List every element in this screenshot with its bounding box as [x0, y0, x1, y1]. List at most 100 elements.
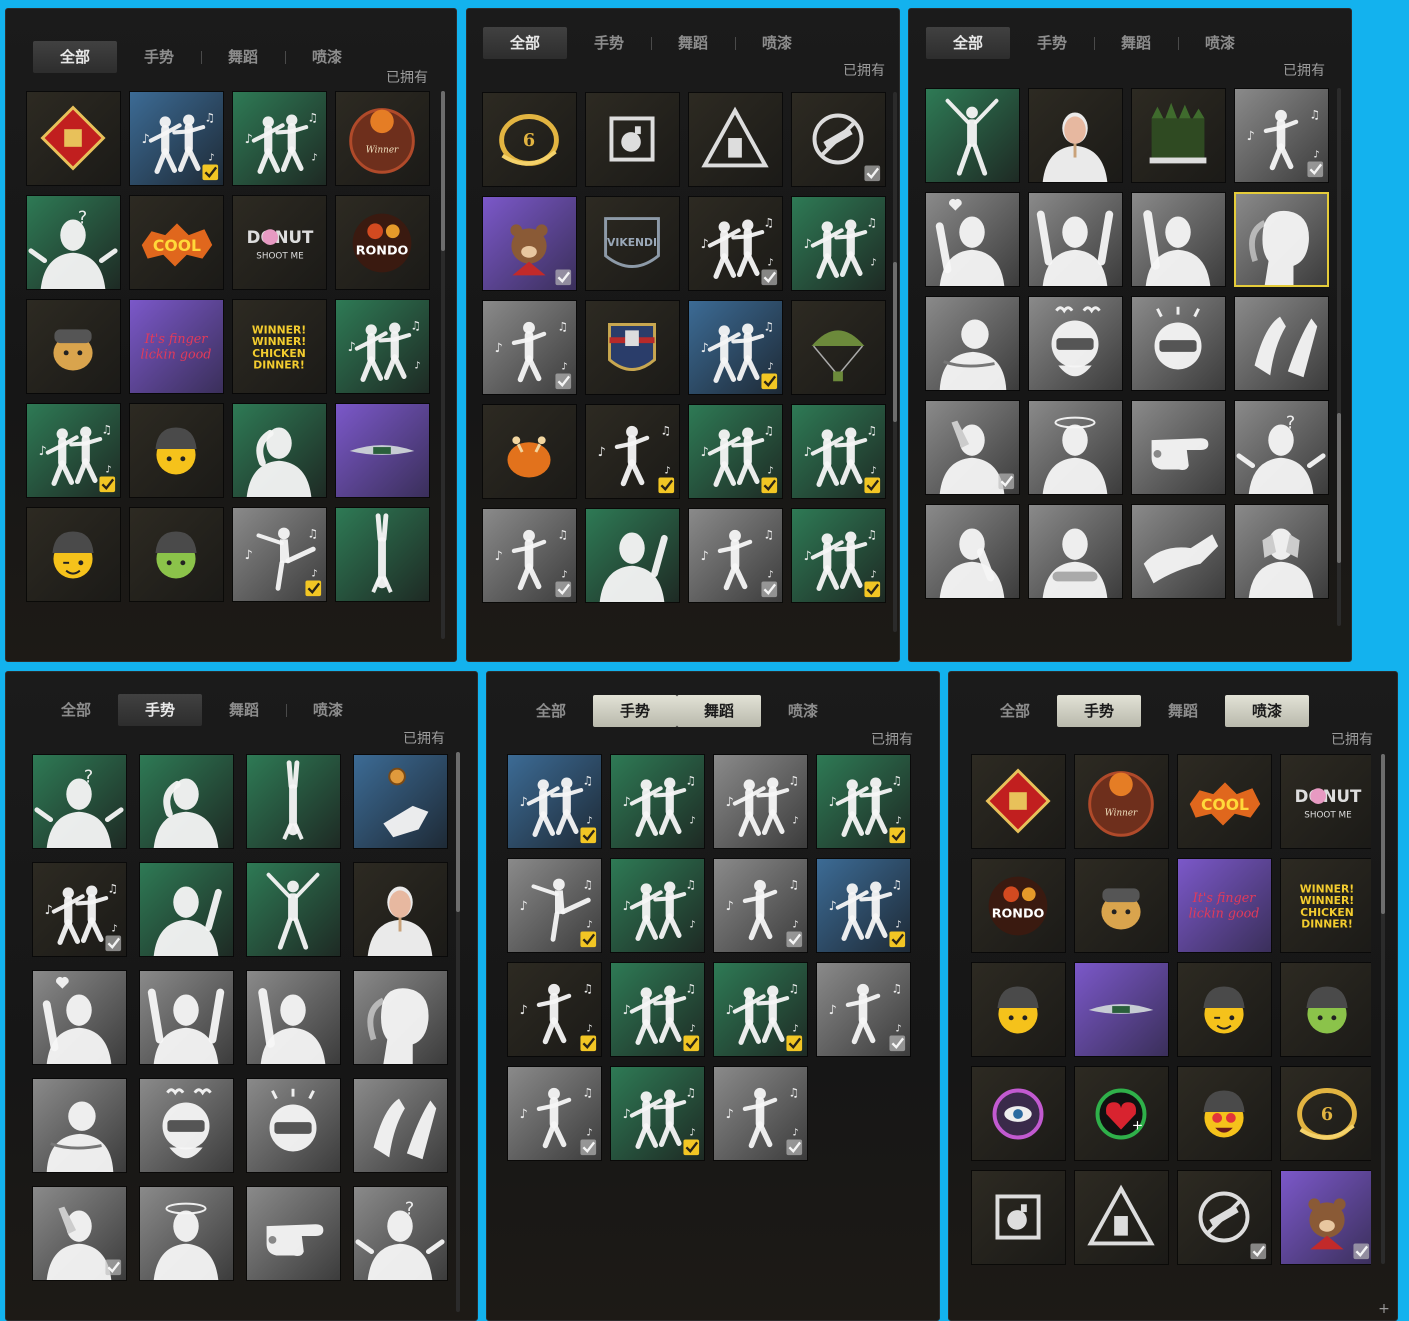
- emote-item-handstand[interactable]: [335, 507, 430, 602]
- emote-item-hands-up[interactable]: [139, 970, 234, 1065]
- emote-item-two-dancers[interactable]: ♪ ♫ ♪: [335, 299, 430, 394]
- owned-filter-label[interactable]: 已拥有: [1331, 729, 1373, 749]
- emote-item-point-finger[interactable]: [1131, 400, 1226, 495]
- tab-all[interactable]: 全部: [926, 27, 1010, 59]
- emote-item-vikendi-emblem[interactable]: VIKENDI: [585, 196, 680, 291]
- emote-item-parachute[interactable]: [791, 300, 886, 395]
- emote-item-two-dancers[interactable]: ♪ ♫ ♪: [791, 508, 886, 603]
- emote-item-coin-flip[interactable]: [353, 754, 448, 849]
- emote-item-mask-gesture[interactable]: [1028, 88, 1123, 183]
- emote-item-winner-text-spray[interactable]: WINNER! WINNER! CHICKEN DINNER!: [1280, 858, 1371, 953]
- emote-item-kick-dancer[interactable]: ♪ ♫ ♪: [232, 507, 327, 602]
- emote-item-two-dancers[interactable]: ♪ ♫ ♪: [816, 858, 911, 953]
- tab-spray[interactable]: 喷漆: [286, 694, 370, 726]
- emote-item-cool-spray[interactable]: COOL: [1177, 754, 1272, 849]
- emote-item-point-gesture[interactable]: [585, 508, 680, 603]
- emote-item-wave-gesture[interactable]: [246, 970, 341, 1065]
- emote-item-bear-spray[interactable]: [482, 196, 577, 291]
- emote-item-kick-dancer[interactable]: ♪ ♫ ♪: [507, 858, 602, 953]
- emote-item-helmet-emoji[interactable]: [971, 962, 1066, 1057]
- emote-item-two-dancers[interactable]: ♪ ♫ ♪: [610, 858, 705, 953]
- emote-item-eye-ring[interactable]: [971, 1066, 1066, 1161]
- emote-item-handstand[interactable]: [246, 754, 341, 849]
- emote-item-solo-dancer[interactable]: ♪ ♫ ♪: [688, 508, 783, 603]
- emote-item-shrug-gesture[interactable]: ?: [353, 1186, 448, 1281]
- emote-item-grenade[interactable]: [585, 92, 680, 187]
- emote-item-two-dancers[interactable]: ♪ ♫ ♪: [507, 754, 602, 849]
- emote-item-solo-dancer[interactable]: ♪ ♫ ♪: [1234, 88, 1329, 183]
- emote-item-clap-gesture[interactable]: [353, 1078, 448, 1173]
- emote-item-shrug-gesture[interactable]: ?: [26, 195, 121, 290]
- emote-item-chicken-dinner-badge[interactable]: Winner: [335, 91, 430, 186]
- emote-item-dizzy-gesture[interactable]: [139, 1186, 234, 1281]
- owned-filter-label[interactable]: 已拥有: [386, 67, 428, 87]
- emote-item-gold-emblem[interactable]: 6: [482, 92, 577, 187]
- emote-item-solo-dancer[interactable]: ♪ ♫ ♪: [585, 404, 680, 499]
- tab-gestures[interactable]: 手势: [1057, 695, 1141, 727]
- emote-item-donut-spray[interactable]: DONUT SHOOT ME: [232, 195, 327, 290]
- emote-item-angry-helmet[interactable]: [139, 1078, 234, 1173]
- emote-item-rondo-spray[interactable]: RONDO: [971, 858, 1066, 953]
- emote-item-wings-logo[interactable]: [335, 403, 430, 498]
- plus-icon[interactable]: +: [1377, 1302, 1391, 1316]
- scroll-thumb[interactable]: [893, 262, 897, 422]
- emote-item-two-dancers[interactable]: ♪ ♫ ♪: [688, 404, 783, 499]
- tab-spray[interactable]: 喷漆: [285, 41, 369, 73]
- emote-item-wings-logo[interactable]: [1074, 962, 1169, 1057]
- emote-item-bear-spray[interactable]: [1280, 1170, 1371, 1265]
- emote-item-two-dancers[interactable]: ♪ ♫ ♪: [26, 403, 121, 498]
- emote-item-winner-text-spray[interactable]: WINNER! WINNER! CHICKEN DINNER!: [232, 299, 327, 394]
- emote-item-nervous-helmet[interactable]: [246, 1078, 341, 1173]
- emote-item-two-dancers[interactable]: ♪ ♫ ♪: [688, 300, 783, 395]
- emote-item-neon-text-spray[interactable]: It's finger lickin good: [1177, 858, 1272, 953]
- emote-item-diamond-badge[interactable]: [26, 91, 121, 186]
- emote-item-doge-spray[interactable]: [26, 299, 121, 394]
- emote-item-no-gun[interactable]: [1177, 1170, 1272, 1265]
- emote-item-dizzy-gesture[interactable]: [1028, 400, 1123, 495]
- emote-item-bow-gesture[interactable]: [32, 1078, 127, 1173]
- emote-item-forest-spray[interactable]: [1131, 88, 1226, 183]
- tab-dance[interactable]: 舞蹈: [677, 695, 761, 727]
- emote-item-heart-eyes-emoji[interactable]: [1177, 1066, 1272, 1161]
- tab-gestures[interactable]: 手势: [593, 695, 677, 727]
- emote-item-two-dancers[interactable]: ♪ ♫ ♪: [232, 91, 327, 186]
- emote-item-heart-gesture[interactable]: [32, 970, 127, 1065]
- emote-item-two-dancers[interactable]: ♪ ♫ ♪: [610, 754, 705, 849]
- emote-item-two-dancers[interactable]: ♪ ♫ ♪: [610, 1066, 705, 1161]
- emote-item-two-dancers[interactable]: ♪ ♫ ♪: [688, 196, 783, 291]
- emote-item-neon-text-spray[interactable]: It's finger lickin good: [129, 299, 224, 394]
- emote-item-green-emoji[interactable]: [129, 507, 224, 602]
- tab-all[interactable]: 全部: [33, 41, 117, 73]
- emote-item-clap-gesture[interactable]: [1234, 296, 1329, 391]
- emote-item-point-gesture[interactable]: [139, 862, 234, 957]
- emote-item-two-dancers[interactable]: ♪ ♫ ♪: [713, 962, 808, 1057]
- emote-item-wink-emoji[interactable]: [1177, 962, 1272, 1057]
- emote-item-two-dancers[interactable]: ♪ ♫ ♪: [713, 754, 808, 849]
- emote-item-star-pose[interactable]: [246, 862, 341, 957]
- tab-dance[interactable]: 舞蹈: [651, 27, 736, 59]
- scrollbar[interactable]: [1381, 754, 1385, 1264]
- emote-item-shrug-gesture[interactable]: ?: [1234, 400, 1329, 495]
- emote-item-rondo-spray[interactable]: RONDO: [335, 195, 430, 290]
- emote-item-mask-gesture[interactable]: [353, 862, 448, 957]
- emote-item-solo-dancer[interactable]: ♪ ♫ ♪: [713, 1066, 808, 1161]
- emote-item-think-gesture[interactable]: [925, 504, 1020, 599]
- emote-item-hands-up[interactable]: [1028, 192, 1123, 287]
- emote-item-hair-flip[interactable]: [1234, 192, 1329, 287]
- scrollbar[interactable]: [456, 752, 460, 1312]
- tab-gestures[interactable]: 手势: [117, 41, 202, 73]
- emote-item-bow-gesture[interactable]: [925, 296, 1020, 391]
- tab-gestures[interactable]: 手势: [1010, 27, 1095, 59]
- emote-item-angry-helmet[interactable]: [1028, 296, 1123, 391]
- tab-spray[interactable]: 喷漆: [735, 27, 819, 59]
- owned-filter-label[interactable]: 已拥有: [871, 729, 913, 749]
- tab-all[interactable]: 全部: [973, 695, 1057, 727]
- emote-item-solo-dancer[interactable]: ♪ ♫ ♪: [507, 1066, 602, 1161]
- emote-item-two-dancers[interactable]: ♪ ♫ ♪: [791, 196, 886, 291]
- emote-item-helmet-emoji[interactable]: [129, 403, 224, 498]
- tab-all[interactable]: 全部: [509, 695, 593, 727]
- emote-item-triangle-emblem[interactable]: [1074, 1170, 1169, 1265]
- emote-item-solo-dancer[interactable]: ♪ ♫ ♪: [482, 300, 577, 395]
- emote-item-wink-emoji[interactable]: [26, 507, 121, 602]
- emote-item-chicken[interactable]: [482, 404, 577, 499]
